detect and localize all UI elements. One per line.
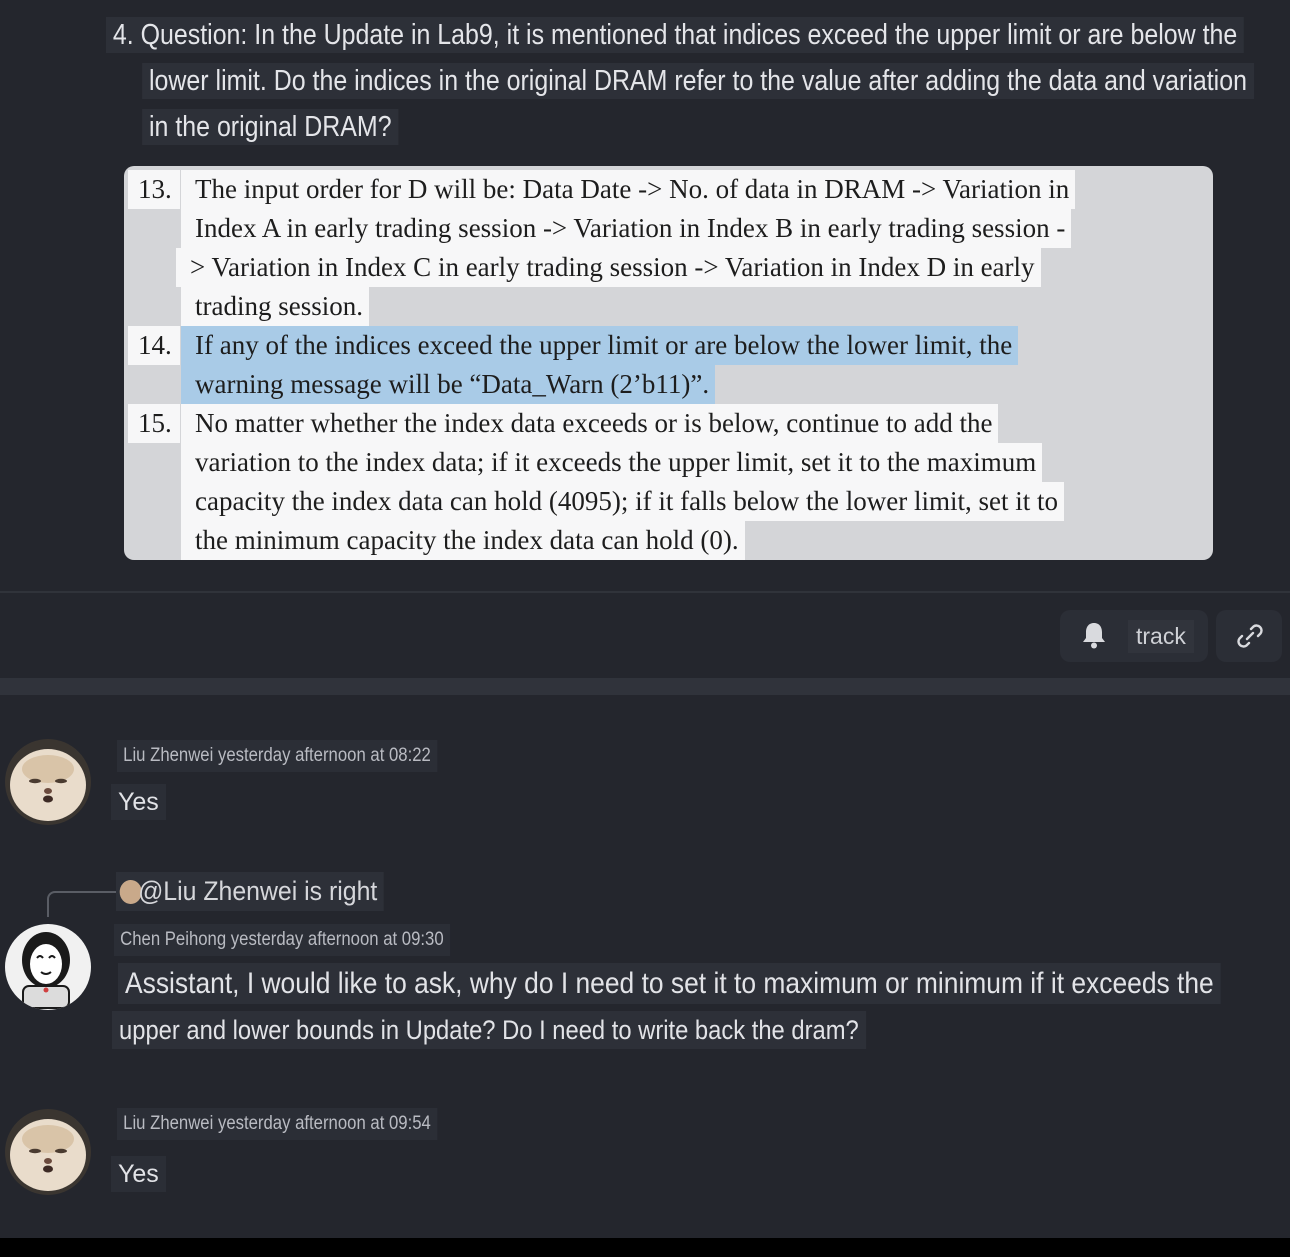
comment-text-line-1: Assistant, I would like to ask, why do I… [118,963,1221,1004]
comment-text-line-2: upper and lower bounds in Update? Do I n… [112,1011,866,1049]
spec-line: variation to the index data; if it excee… [181,443,1043,482]
track-button[interactable]: track [1060,610,1208,662]
track-label: track [1128,620,1194,653]
link-icon [1237,624,1263,648]
spec-line-highlighted: If any of the indices exceed the upper l… [181,326,1019,365]
spec-line: No matter whether the index data exceeds… [181,404,999,443]
divider [0,591,1290,593]
comment-text: Yes [111,1156,166,1192]
comment-author-time: Chen Peihong yesterday afternoon at 09:3… [114,924,450,956]
comment-author-time: Liu Zhenwei yesterday afternoon at 09:54 [117,1108,437,1140]
avatar-chen-peihong[interactable] [5,924,91,1010]
spec-item-number: 13. [128,170,180,209]
spec-line: trading session. [181,287,369,326]
spec-item-number: 14. [128,326,180,365]
spec-line: Index A in early trading session -> Vari… [181,209,1072,248]
reply-connector [47,891,121,917]
comment-author-time: Liu Zhenwei yesterday afternoon at 08:22 [117,740,437,772]
question-line-2: lower limit. Do the indices in the origi… [142,63,1254,99]
spec-line-highlighted: warning message will be “Data_Warn (2’b1… [181,365,716,404]
bottom-bar [0,1238,1290,1257]
question-line-3: in the original DRAM? [142,109,399,145]
question-text: 4. Question: In the Update in Lab9, it i… [106,12,1254,150]
question-line-1: 4. Question: In the Update in Lab9, it i… [106,17,1245,53]
cartoon-avatar-icon [5,924,91,1010]
comment-text: Yes [111,784,166,820]
copy-link-button[interactable] [1216,610,1282,662]
cat-avatar-icon [5,739,91,825]
spec-screenshot[interactable]: 13. The input order for D will be: Data … [124,166,1213,560]
cat-avatar-icon [5,1109,91,1195]
avatar-liu-zhenwei[interactable] [5,739,91,825]
section-separator [0,678,1290,695]
bell-icon [1083,623,1105,649]
spec-line: The input order for D will be: Data Date… [181,170,1076,209]
avatar-liu-zhenwei[interactable] [5,1109,91,1195]
reply-reference[interactable]: @Liu Zhenwei is right [116,872,384,911]
spec-line: the minimum capacity the index data can … [181,521,745,560]
spec-line: > Variation in Index C in early trading … [176,248,1041,287]
spec-item-number: 15. [128,404,180,443]
spec-line: capacity the index data can hold (4095);… [181,482,1065,521]
